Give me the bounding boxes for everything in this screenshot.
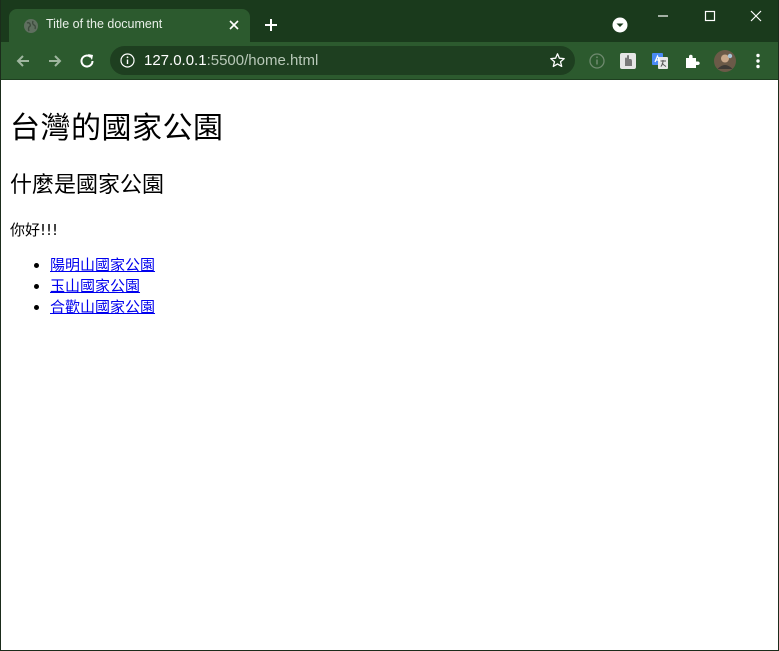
link-yangmingshan[interactable]: 陽明山國家公園 (50, 256, 155, 274)
url-text: 127.0.0.1:5500/home.html (144, 52, 318, 69)
park-link-list: 陽明山國家公園 玉山國家公園 合歡山國家公園 (10, 255, 155, 318)
tab-strip: Title of the document (1, 0, 778, 42)
page-subheading: 什麼是國家公園 (10, 173, 165, 198)
tab-active[interactable]: Title of the document (9, 9, 250, 42)
list-item: 陽明山國家公園 (50, 255, 155, 276)
arrow-right-icon[interactable] (46, 52, 64, 70)
list-item: 合歡山國家公園 (50, 297, 155, 318)
page-heading: 台灣的國家公園 (10, 111, 224, 146)
chevron-down-circle-icon[interactable] (612, 17, 628, 33)
url-path: :5500/home.html (206, 52, 319, 69)
extension-hand-icon[interactable] (618, 51, 638, 71)
puzzle-icon[interactable] (682, 51, 702, 71)
extension-info-icon[interactable] (587, 51, 607, 71)
minimize-icon[interactable] (655, 8, 671, 24)
arrow-left-icon[interactable] (14, 52, 32, 70)
list-item: 玉山國家公園 (50, 276, 155, 297)
address-bar[interactable]: 127.0.0.1:5500/home.html (110, 46, 575, 75)
globe-icon (24, 19, 38, 33)
kebab-menu-icon[interactable] (748, 51, 768, 71)
close-icon[interactable] (226, 17, 242, 33)
browser-window: Title of the document 127.0.0.1:5500/hom… (0, 0, 779, 651)
plus-icon[interactable] (263, 17, 279, 33)
link-hehuanshan[interactable]: 合歡山國家公園 (50, 298, 155, 316)
page-paragraph: 你好!!! (10, 221, 59, 239)
star-icon[interactable] (549, 52, 566, 69)
url-host: 127.0.0.1 (144, 52, 207, 69)
translate-icon[interactable] (650, 51, 670, 71)
reload-icon[interactable] (78, 52, 96, 70)
avatar[interactable] (714, 50, 736, 72)
info-icon[interactable] (120, 53, 135, 68)
browser-toolbar: 127.0.0.1:5500/home.html (1, 42, 778, 80)
page-content: 台灣的國家公園 什麼是國家公園 你好!!! 陽明山國家公園 玉山國家公園 合歡山… (1, 81, 778, 650)
link-yushan[interactable]: 玉山國家公園 (50, 277, 140, 295)
maximize-icon[interactable] (702, 8, 718, 24)
tab-title: Title of the document (46, 17, 163, 31)
window-close-icon[interactable] (748, 8, 764, 24)
